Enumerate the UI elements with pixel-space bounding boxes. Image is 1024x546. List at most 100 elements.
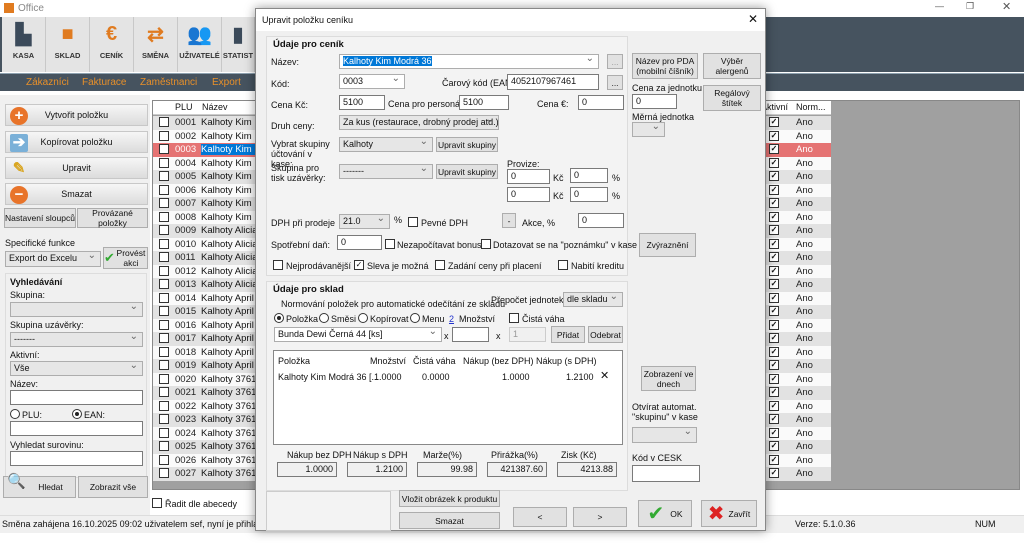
tile-uzivatele[interactable]: 👥UŽIVATELÉ [178, 17, 222, 72]
ean-browse-button[interactable]: ... [607, 75, 623, 90]
row-active-checkbox[interactable]: ✓ [769, 387, 779, 397]
row-checkbox[interactable] [159, 158, 169, 168]
show-all-button[interactable]: Zobrazit vše [78, 476, 148, 498]
column-settings-button[interactable]: Nastavení sloupců [4, 208, 76, 228]
row-checkbox[interactable] [159, 198, 169, 208]
row-active-checkbox[interactable]: ✓ [769, 374, 779, 384]
ean-input[interactable]: 4052107967461 [507, 74, 599, 90]
row-checkbox[interactable] [159, 225, 169, 235]
row-checkbox[interactable] [159, 252, 169, 262]
radio-menu[interactable] [410, 313, 420, 323]
run-action-button[interactable]: ✔Provést akci [103, 247, 148, 269]
stock-item-combo[interactable]: Bunda Dewi Černá 44 [ks] [274, 327, 442, 342]
edit-print-groups-button[interactable]: Upravit skupiny [436, 164, 498, 179]
row-active-checkbox[interactable]: ✓ [769, 185, 779, 195]
menu-fakturace[interactable]: Fakturace [82, 77, 126, 88]
code-search-input[interactable] [10, 421, 143, 436]
row-checkbox[interactable] [159, 131, 169, 141]
bestseller-checkbox[interactable] [273, 260, 283, 270]
tile-kasa[interactable]: ▙KASA [2, 17, 46, 72]
row-active-checkbox[interactable]: ✓ [769, 131, 779, 141]
row-active-checkbox[interactable]: ✓ [769, 293, 779, 303]
row-active-checkbox[interactable]: ✓ [769, 266, 779, 276]
row-active-checkbox[interactable]: ✓ [769, 401, 779, 411]
row-active-checkbox[interactable]: ✓ [769, 212, 779, 222]
shelf-label-button[interactable]: Regálový štítek [703, 85, 761, 111]
raw-search-input[interactable] [10, 451, 143, 466]
specific-functions-select[interactable]: Export do Excelu [5, 251, 101, 267]
row-checkbox[interactable] [159, 347, 169, 357]
row-checkbox[interactable] [159, 144, 169, 154]
row-active-checkbox[interactable]: ✓ [769, 279, 779, 289]
code-combo[interactable]: 0003 [339, 74, 405, 89]
net-weight-checkbox[interactable] [509, 313, 519, 323]
row-active-checkbox[interactable]: ✓ [769, 158, 779, 168]
cesk-input[interactable] [632, 465, 700, 482]
auto-open-select[interactable] [632, 427, 697, 443]
discount-allowed-checkbox[interactable]: ✓ [354, 260, 364, 270]
excise-input[interactable]: 0 [337, 235, 382, 250]
commission2-kc-input[interactable]: 0 [507, 187, 550, 202]
days-view-button[interactable]: Zobrazení ve dnech [641, 366, 696, 391]
row-checkbox[interactable] [159, 455, 169, 465]
radio-kopirovat[interactable] [358, 313, 368, 323]
row-checkbox[interactable] [159, 414, 169, 424]
search-button[interactable]: 🔍Hledat [3, 476, 76, 498]
edit-item-button[interactable]: ✎Upravit [5, 157, 148, 179]
radio-smesi[interactable] [319, 313, 329, 323]
menu-zamestnanci[interactable]: Zaměstnanci [140, 77, 197, 88]
staff-price-input[interactable]: 5100 [459, 95, 509, 110]
tile-cenik[interactable]: €CENÍK [90, 17, 134, 72]
header-norm[interactable]: Norm... [796, 102, 826, 112]
unit-conversion-select[interactable]: dle skladu [563, 292, 623, 307]
commission1-kc-input[interactable]: 0 [507, 169, 550, 184]
tile-sklad[interactable]: ■SKLAD [46, 17, 90, 72]
close-group-select[interactable]: ------- [10, 332, 143, 347]
row-checkbox[interactable] [159, 468, 169, 478]
remove-row-icon[interactable]: ✕ [600, 371, 609, 381]
name-search-input[interactable] [10, 390, 143, 405]
row-active-checkbox[interactable]: ✓ [769, 441, 779, 451]
copy-item-button[interactable]: ➔Kopírovat položku [5, 131, 148, 153]
linked-items-button[interactable]: Provázané položky [77, 208, 148, 228]
row-active-checkbox[interactable]: ✓ [769, 360, 779, 370]
row-active-checkbox[interactable]: ✓ [769, 468, 779, 478]
maximize-button[interactable]: ❐ [966, 1, 974, 12]
row-checkbox[interactable] [159, 279, 169, 289]
eur-price-input[interactable]: 0 [578, 95, 624, 110]
radio-polozka[interactable] [274, 313, 284, 323]
row-checkbox[interactable] [159, 441, 169, 451]
delete-image-button[interactable]: Smazat [399, 512, 500, 529]
row-checkbox[interactable] [159, 171, 169, 181]
dialog-close-icon[interactable]: ✕ [748, 12, 758, 26]
menu-zakaznici[interactable]: Zákazníci [26, 77, 69, 88]
row-active-checkbox[interactable]: ✓ [769, 320, 779, 330]
row-active-checkbox[interactable]: ✓ [769, 225, 779, 235]
row-checkbox[interactable] [159, 401, 169, 411]
close-app-button[interactable]: ✕ [1002, 0, 1011, 13]
tile-statistiky[interactable]: ▮STATIST [222, 17, 255, 72]
row-active-checkbox[interactable]: ✓ [769, 414, 779, 424]
norm-table-row[interactable]: Kalhoty Kim Modrá 36 [... 1.0000 0.0000 … [274, 370, 622, 383]
plu-radio[interactable] [10, 409, 20, 419]
row-checkbox[interactable] [159, 117, 169, 127]
price-on-pay-checkbox[interactable] [435, 260, 445, 270]
commission1-pct-spinner[interactable]: 0 [570, 168, 608, 183]
prev-button[interactable]: < [513, 507, 567, 527]
row-active-checkbox[interactable]: ✓ [769, 428, 779, 438]
row-active-checkbox[interactable]: ✓ [769, 144, 779, 154]
name-browse-button[interactable]: ... [607, 54, 623, 69]
row-checkbox[interactable] [159, 333, 169, 343]
header-plu[interactable]: PLU [175, 102, 193, 112]
ok-button[interactable]: ✔OK [638, 500, 692, 527]
fixed-vat-checkbox[interactable] [408, 217, 418, 227]
allergens-button[interactable]: Výběr alergenů [703, 53, 761, 79]
vat-select[interactable]: 21.0 [339, 214, 390, 229]
row-active-checkbox[interactable]: ✓ [769, 252, 779, 262]
row-checkbox[interactable] [159, 266, 169, 276]
row-checkbox[interactable] [159, 374, 169, 384]
no-bonus-checkbox[interactable] [385, 239, 395, 249]
credit-checkbox[interactable] [558, 260, 568, 270]
row-active-checkbox[interactable]: ✓ [769, 306, 779, 316]
highlight-button[interactable]: Zvýraznění [639, 233, 696, 257]
